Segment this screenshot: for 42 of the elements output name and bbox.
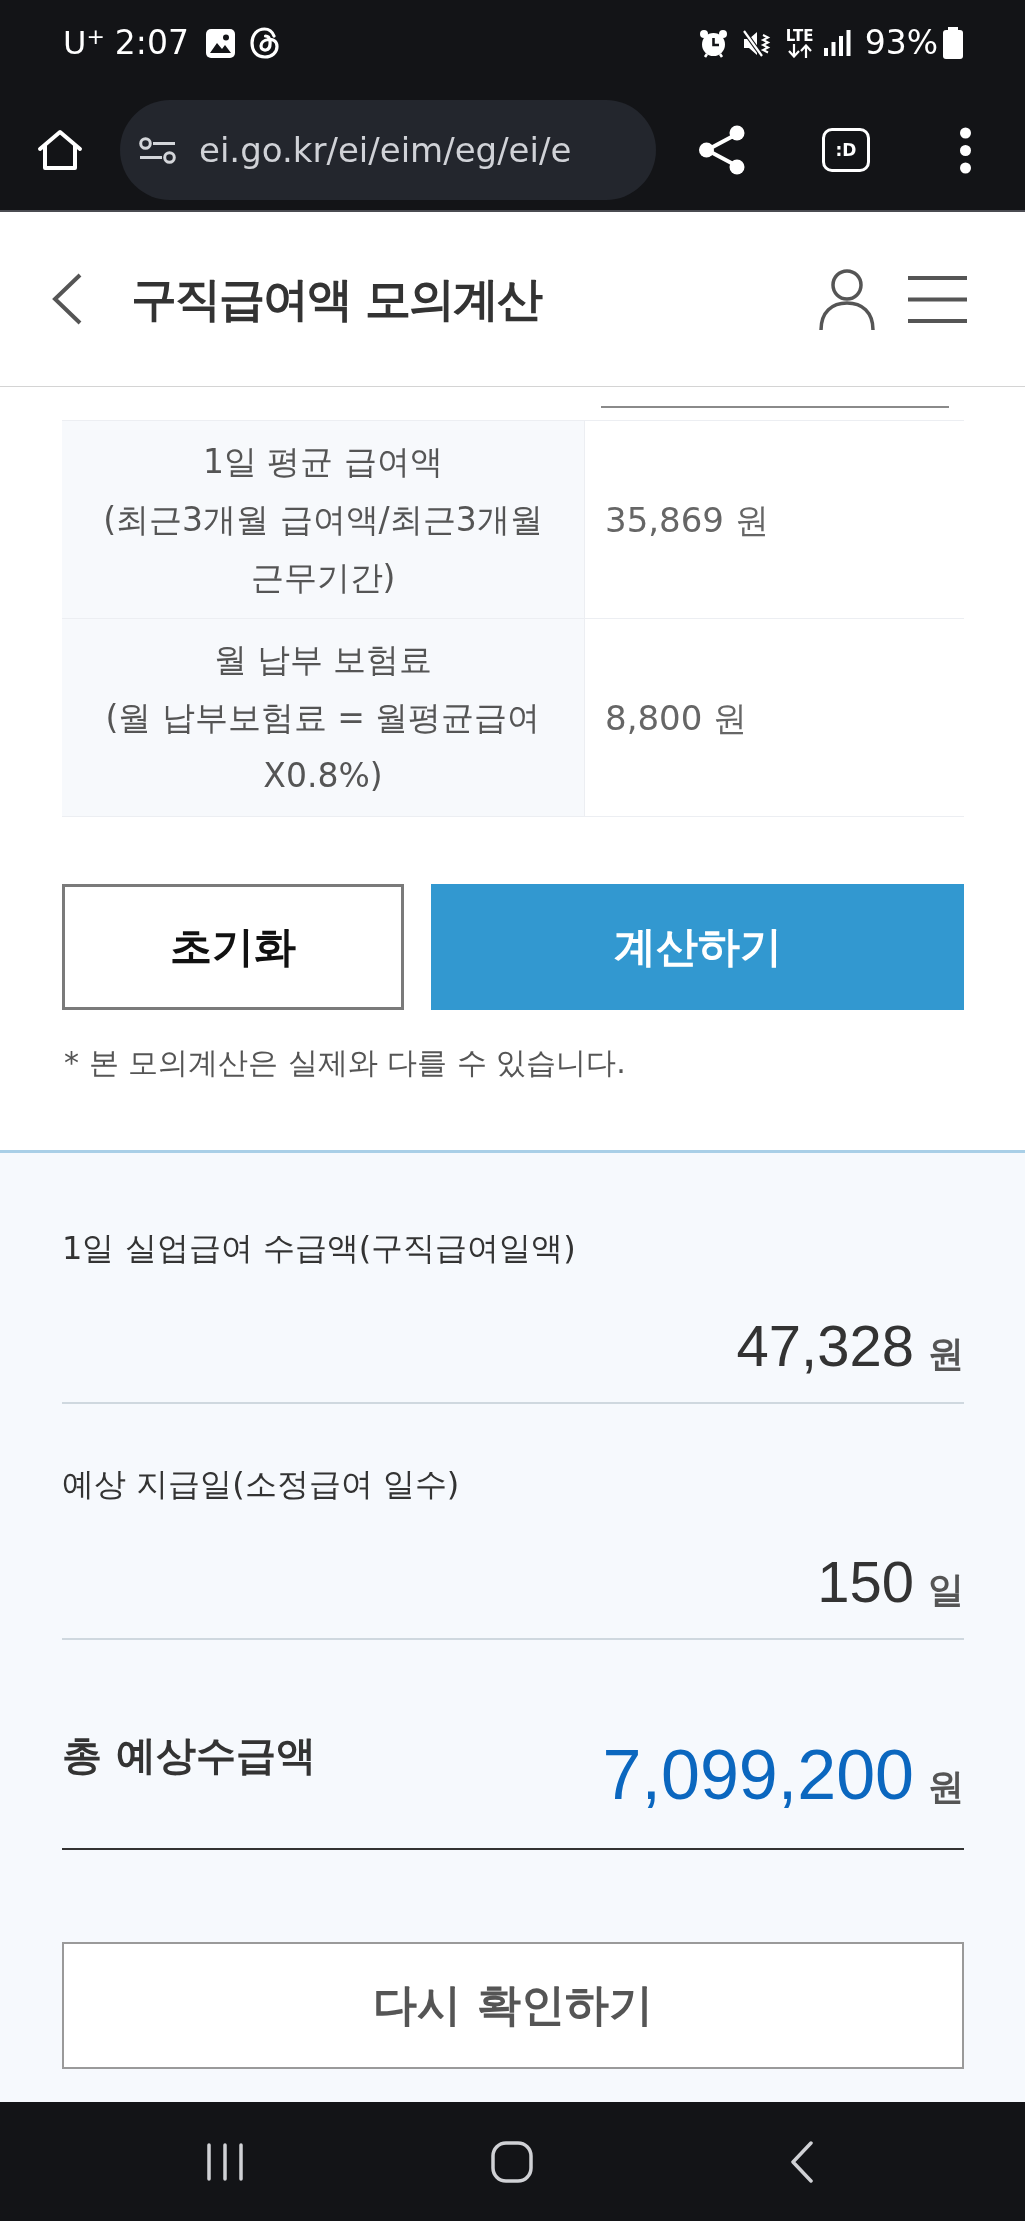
share-icon[interactable] xyxy=(698,125,746,175)
at-sign-icon xyxy=(249,27,280,59)
address-bar[interactable]: ei.go.kr/ei/eim/eg/ei/e xyxy=(120,100,656,200)
carrier-label: U$^{+}$ xyxy=(63,24,105,62)
home-icon[interactable] xyxy=(37,129,83,171)
field-label: 월 납부 보험료 xyxy=(213,638,433,681)
result-unit: 원 xyxy=(928,1332,964,1376)
signal-icon xyxy=(823,30,851,56)
alarm-clock-icon xyxy=(698,28,728,58)
result-label: 1일 실업급여 수급액(구직급여일액) xyxy=(62,1228,576,1269)
total-amount: 7,099,200 xyxy=(602,1735,914,1815)
clock-time: 2:07 xyxy=(114,23,189,63)
field-value: 35,869 원 xyxy=(605,498,769,542)
network-type-label: LTE xyxy=(785,28,814,44)
result-amount: 47,328 xyxy=(736,1316,914,1376)
field-value: 8,800 원 xyxy=(605,696,748,740)
result-amount: 150 xyxy=(817,1552,914,1612)
result-unit: 원 xyxy=(928,1765,964,1809)
tune-icon[interactable] xyxy=(139,136,176,164)
more-icon[interactable] xyxy=(959,126,972,174)
tab-switcher-button[interactable]: :D xyxy=(822,128,870,172)
field-note: (최근3개월 급여액/최근3개월 근무기간) xyxy=(102,498,544,599)
image-icon xyxy=(205,28,235,58)
battery-percent: 93% xyxy=(864,23,938,63)
recheck-button[interactable]: 다시 확인하기 xyxy=(62,1942,964,2069)
result-unit: 일 xyxy=(928,1568,964,1612)
disclaimer-text: * 본 모의계산은 실제와 다를 수 있습니다. xyxy=(64,1044,627,1082)
data-arrows-icon xyxy=(785,43,814,58)
result-label: 예상 지급일(소정급여 일수) xyxy=(62,1464,460,1505)
battery-icon xyxy=(943,27,963,59)
page-title: 구직급여액 모의계산 xyxy=(131,271,543,328)
menu-icon[interactable] xyxy=(908,274,967,324)
user-icon[interactable] xyxy=(818,267,876,331)
field-note: (월 납부보험료 = 월평균급여 X0.8%) xyxy=(104,696,542,797)
url-text[interactable]: ei.go.kr/ei/eim/eg/ei/e xyxy=(199,130,572,170)
reset-button[interactable]: 초기화 xyxy=(62,884,404,1010)
mute-icon xyxy=(741,28,771,58)
total-label: 총 예상수급액 xyxy=(62,1731,316,1780)
field-label: 1일 평균 급여액 xyxy=(203,440,443,483)
back-icon[interactable] xyxy=(51,272,83,326)
home-button-icon[interactable] xyxy=(491,2140,533,2183)
recents-icon[interactable] xyxy=(206,2142,244,2181)
